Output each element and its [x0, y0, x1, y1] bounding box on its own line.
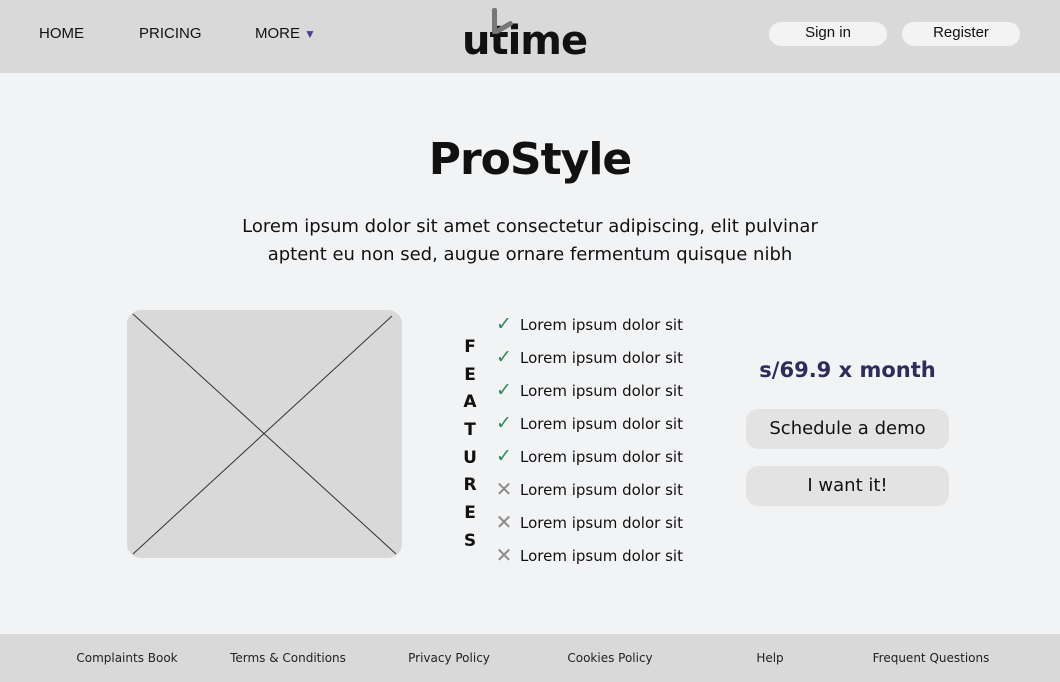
sign-in-button[interactable]: Sign in [769, 22, 887, 46]
features-letter: E [464, 503, 476, 524]
feature-text: Lorem ipsum dolor sit [520, 480, 683, 499]
description-line-1: Lorem ipsum dolor sit amet consectetur a… [242, 216, 818, 237]
site-logo[interactable]: utime [462, 8, 602, 64]
feature-text: Lorem ipsum dolor sit [520, 513, 683, 532]
feature-item: ✓ Lorem ipsum dolor sit [494, 341, 683, 374]
cross-icon: ✕ [495, 512, 513, 534]
image-placeholder-icon [132, 313, 397, 555]
footer: Complaints Book Terms & Conditions Privacy… [0, 634, 1060, 682]
features-vertical-label: FEATURES [460, 334, 480, 556]
feature-text: Lorem ipsum dolor sit [520, 381, 683, 400]
footer-link[interactable]: Privacy Policy [369, 651, 529, 665]
feature-text: Lorem ipsum dolor sit [520, 315, 683, 334]
price-label: s/69.9 x month [759, 358, 936, 382]
top-navbar: HOME PRICING MORE ▼ utime Sign in Registe… [0, 0, 1060, 73]
chevron-down-icon: ▼ [304, 27, 316, 41]
logo-wordmark: utime [462, 18, 588, 64]
product-image-placeholder [127, 310, 402, 558]
buy-button[interactable]: I want it! [746, 466, 949, 506]
register-button[interactable]: Register [902, 22, 1020, 46]
nav-pricing[interactable]: PRICING [139, 25, 202, 42]
feature-item: ✓ Lorem ipsum dolor sit [494, 308, 683, 341]
feature-item: ✕ Lorem ipsum dolor sit [494, 539, 683, 572]
features-letter: A [463, 392, 477, 413]
features-letter: U [463, 447, 477, 468]
features-letter: E [464, 364, 476, 385]
nav-more-label: MORE [255, 25, 300, 42]
nav-home[interactable]: HOME [39, 25, 84, 42]
feature-item: ✕ Lorem ipsum dolor sit [494, 473, 683, 506]
features-letter: F [464, 337, 476, 357]
footer-link[interactable]: Cookies Policy [530, 651, 690, 665]
feature-item: ✓ Lorem ipsum dolor sit [494, 407, 683, 440]
check-icon: ✓ [496, 347, 512, 368]
feature-text: Lorem ipsum dolor sit [520, 546, 683, 565]
footer-link[interactable]: Complaints Book [47, 651, 207, 665]
check-icon: ✓ [496, 446, 512, 467]
nav-more[interactable]: MORE ▼ [255, 25, 316, 42]
footer-link[interactable]: Frequent Questions [851, 651, 1011, 665]
description-line-2: aptent eu non sed, augue ornare fermentu… [267, 244, 793, 265]
footer-link[interactable]: Help [690, 651, 850, 665]
cross-icon: ✕ [495, 479, 513, 501]
features-letter: R [463, 475, 477, 496]
feature-text: Lorem ipsum dolor sit [520, 447, 683, 466]
check-icon: ✓ [496, 380, 512, 401]
features-letter: S [463, 530, 477, 551]
check-icon: ✓ [496, 314, 512, 335]
feature-text: Lorem ipsum dolor sit [520, 414, 683, 433]
cross-icon: ✕ [495, 545, 513, 567]
feature-list: ✓ Lorem ipsum dolor sit ✓ Lorem ipsum dolor… [494, 308, 683, 572]
schedule-demo-button[interactable]: Schedule a demo [746, 409, 949, 449]
feature-item: ✕ Lorem ipsum dolor sit [494, 506, 683, 539]
product-description: Lorem ipsum dolor sit amet consectetur a… [200, 213, 860, 269]
features-letter: T [464, 420, 476, 441]
footer-link[interactable]: Terms & Conditions [208, 651, 368, 665]
feature-text: Lorem ipsum dolor sit [520, 348, 683, 367]
feature-item: ✓ Lorem ipsum dolor sit [494, 440, 683, 473]
check-icon: ✓ [496, 413, 512, 434]
product-title: ProStyle [428, 134, 633, 185]
feature-item: ✓ Lorem ipsum dolor sit [494, 374, 683, 407]
